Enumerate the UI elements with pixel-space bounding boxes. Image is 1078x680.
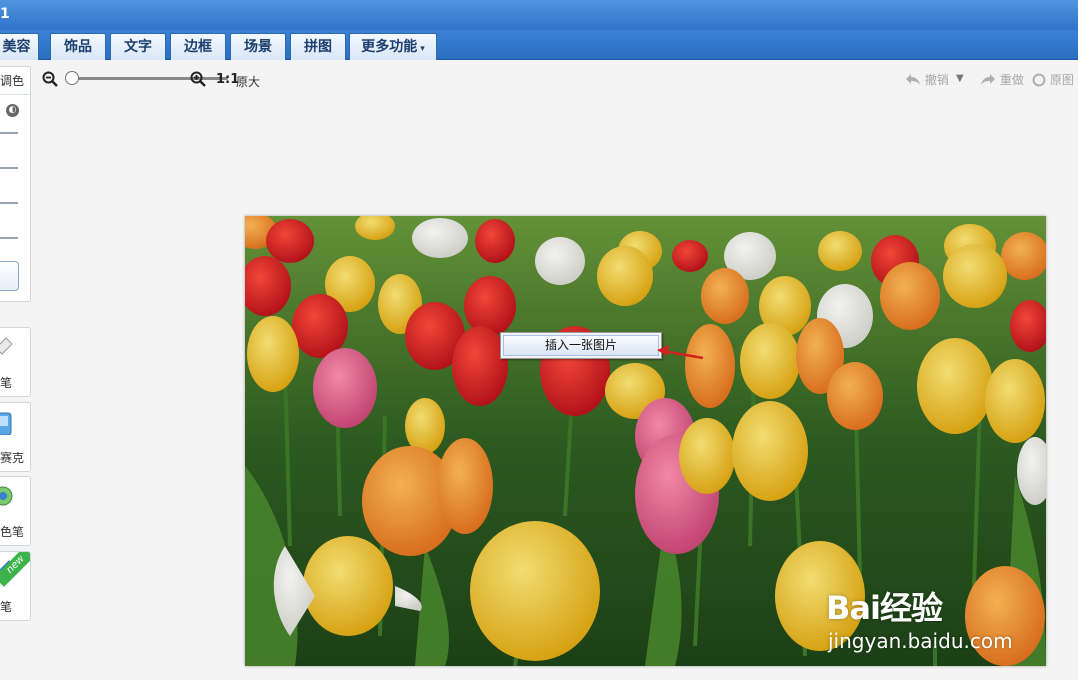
slider-brightness[interactable]: [0, 132, 18, 134]
zoom-bar: 1:1 原大: [42, 70, 282, 90]
slider-saturation[interactable]: [0, 202, 18, 204]
baidu-watermark: Bai经验 jingyan.baidu.com: [826, 565, 1036, 655]
tab-label: 更多功能: [361, 39, 418, 55]
chevron-down-icon: ▼: [956, 73, 964, 84]
undo-history-dropdown[interactable]: ▼: [956, 73, 964, 84]
redo-icon: [981, 74, 995, 85]
original-size-button[interactable]: 原大: [236, 73, 260, 90]
tab-scene[interactable]: 场景: [230, 33, 286, 60]
tab-beauty[interactable]: 美容: [0, 33, 39, 60]
mosaic-icon: [0, 412, 12, 435]
undo-button[interactable]: 撤销: [905, 71, 949, 88]
zoom-in-icon[interactable]: [190, 71, 206, 87]
main-tab-bar: 美容 饰品 文字 边框 场景 拼图 更多功能 ▾: [0, 30, 1078, 60]
title-bar: 1: [0, 0, 1078, 30]
watermark-brand: Bai经验: [826, 589, 943, 627]
tab-label: 文字: [124, 39, 152, 55]
tool-label: 笔: [0, 376, 13, 390]
insert-image-menu-item[interactable]: 插入一张图片: [503, 335, 659, 356]
palette-icon[interactable]: ◐: [6, 104, 19, 117]
tab-collage[interactable]: 拼图: [290, 33, 346, 60]
tool-new-pen[interactable]: new 笔: [0, 551, 31, 621]
tab-label: 边框: [184, 39, 212, 55]
color-pen-icon: [0, 486, 13, 506]
slider-sharpness[interactable]: [0, 237, 18, 239]
tool-label: 赛克: [0, 451, 25, 465]
original-image-label: 原图: [1049, 73, 1074, 87]
tab-label: 美容: [2, 39, 31, 55]
context-menu: 插入一张图片: [500, 332, 662, 359]
original-image-button[interactable]: 原图: [1032, 71, 1074, 88]
zoom-slider-thumb[interactable]: [64, 71, 79, 85]
circle-icon: [1032, 73, 1046, 87]
slider-contrast[interactable]: [0, 167, 18, 169]
tab-label: 饰品: [64, 39, 92, 55]
redo-label: 重做: [999, 73, 1024, 87]
tool-color-pen[interactable]: 色笔: [0, 476, 31, 546]
tab-accessories[interactable]: 饰品: [50, 33, 106, 60]
tab-border[interactable]: 边框: [170, 33, 226, 60]
tool-mosaic[interactable]: 赛克: [0, 402, 31, 472]
redo-button[interactable]: 重做: [980, 71, 1024, 88]
tab-label: 场景: [244, 39, 272, 55]
undo-icon: [906, 74, 920, 85]
undo-label: 撤销: [924, 73, 949, 87]
tab-more-features[interactable]: 更多功能 ▾: [349, 33, 437, 60]
adjust-color-panel: 调色 ◐: [0, 66, 31, 302]
zoom-out-icon[interactable]: [42, 71, 58, 87]
new-badge: new: [0, 552, 30, 587]
tab-text[interactable]: 文字: [110, 33, 166, 60]
eraser-icon: [0, 337, 13, 355]
panel-title: 调色: [0, 74, 25, 88]
chevron-down-icon: ▾: [420, 44, 425, 54]
watermark-url: jingyan.baidu.com: [828, 629, 1013, 653]
tool-label: 色笔: [0, 525, 25, 539]
tool-pen[interactable]: 笔: [0, 327, 31, 397]
panel-action-button[interactable]: [0, 261, 19, 291]
red-arrow-icon: [657, 345, 704, 360]
divider: [0, 94, 30, 95]
window-title: 1: [0, 6, 10, 22]
tab-label: 拼图: [304, 39, 332, 55]
tool-label: 笔: [0, 600, 13, 614]
